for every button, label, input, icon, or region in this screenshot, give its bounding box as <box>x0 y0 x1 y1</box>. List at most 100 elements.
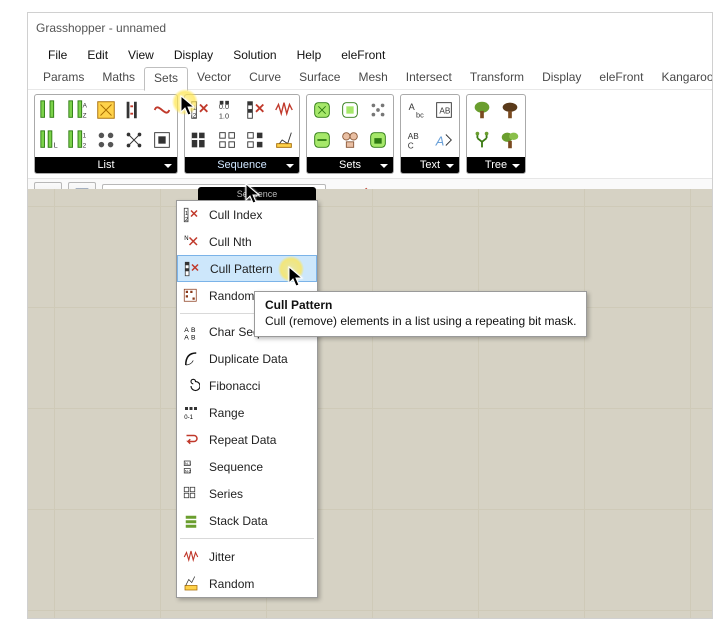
panel-sets: Sets <box>306 94 394 174</box>
menuitem-cull-index[interactable]: 12 Cull Index <box>177 201 317 228</box>
char-sequence-icon[interactable] <box>187 127 213 153</box>
panel-seq-dropdown-icon[interactable] <box>285 160 295 170</box>
panel-sets-dropdown-icon[interactable] <box>379 160 389 170</box>
text-split-icon[interactable]: AB <box>431 97 457 123</box>
menuitem-label: Series <box>209 487 243 501</box>
tab-curve[interactable]: Curve <box>240 67 290 89</box>
panel-list-dropdown-icon[interactable] <box>163 160 173 170</box>
panel-text-dropdown-icon[interactable] <box>445 160 455 170</box>
menuitem-duplicate-data[interactable]: Duplicate Data <box>177 345 317 372</box>
sort-list-icon[interactable]: AZ <box>65 97 91 123</box>
panel-list: N L AZ 12 List <box>34 94 178 174</box>
menu-display[interactable]: Display <box>164 43 223 67</box>
reverse-list-icon[interactable]: 12 <box>65 127 91 153</box>
svg-text:B: B <box>191 327 196 334</box>
tab-display[interactable]: Display <box>533 67 590 89</box>
delete-consecutive-icon[interactable] <box>365 127 391 153</box>
highlight-ring <box>172 89 198 115</box>
menu-file[interactable]: File <box>38 43 77 67</box>
panel-seq-label: Sequence <box>217 159 267 171</box>
merge-tree-icon[interactable] <box>497 127 523 153</box>
flatten-tree-icon[interactable] <box>469 97 495 123</box>
tab-surface[interactable]: Surface <box>290 67 349 89</box>
menuitem-range[interactable]: 0-1 Range <box>177 399 317 426</box>
panel-tree-dropdown-icon[interactable] <box>511 160 521 170</box>
svg-text:AB: AB <box>408 132 420 141</box>
tab-intersect[interactable]: Intersect <box>397 67 461 89</box>
menuitem-series[interactable]: Series <box>177 480 317 507</box>
menuitem-label: Range <box>209 406 244 420</box>
tab-transform[interactable]: Transform <box>461 67 533 89</box>
menuitem-random[interactable]: Random <box>177 570 317 597</box>
menuitem-repeat-data[interactable]: Repeat Data <box>177 426 317 453</box>
range-icon[interactable]: 0.01.0 <box>215 97 241 123</box>
set-union-icon[interactable] <box>309 97 335 123</box>
random-reduce-icon <box>181 286 201 306</box>
explode-tree-icon[interactable] <box>497 97 523 123</box>
shift-list-icon[interactable] <box>93 127 119 153</box>
tab-mesh[interactable]: Mesh <box>349 67 396 89</box>
menu-edit[interactable]: Edit <box>77 43 118 67</box>
popup-header: Sequence <box>198 187 316 201</box>
ribbon-tabs: Params Maths Sets Vector Curve Surface M… <box>28 67 712 90</box>
svg-text:A: A <box>184 327 189 334</box>
panel-tree-label: Tree <box>485 159 507 171</box>
partition-list-icon[interactable] <box>93 97 119 123</box>
list-item-icon[interactable]: N <box>37 97 63 123</box>
svg-text:2: 2 <box>185 217 188 223</box>
canvas[interactable] <box>28 189 712 618</box>
tab-vector[interactable]: Vector <box>188 67 240 89</box>
svg-text:N-2: N-2 <box>185 469 191 473</box>
svg-text:2: 2 <box>193 112 197 119</box>
insert-items-icon[interactable] <box>121 127 147 153</box>
text-join-icon[interactable]: A <box>431 127 457 153</box>
jitter-icon[interactable] <box>271 97 297 123</box>
panel-tree: Tree <box>466 94 526 174</box>
menuitem-label: Cull Nth <box>209 235 252 249</box>
list-length-icon[interactable]: L <box>37 127 63 153</box>
menu-solution[interactable]: Solution <box>223 43 286 67</box>
set-intersection-icon[interactable] <box>337 97 363 123</box>
set-difference-icon[interactable] <box>309 127 335 153</box>
tab-kangaroo2[interactable]: Kangaroo2 <box>652 67 713 89</box>
menu-help[interactable]: Help <box>287 43 332 67</box>
menuitem-sequence[interactable]: N-1N-2 Sequence <box>177 453 317 480</box>
range-icon: 0-1 <box>181 403 201 423</box>
create-set-icon[interactable] <box>365 97 391 123</box>
menu-elefront[interactable]: eleFront <box>331 43 395 67</box>
menuitem-label: Sequence <box>209 460 263 474</box>
tab-elefront[interactable]: eleFront <box>590 67 652 89</box>
member-index-icon[interactable] <box>337 127 363 153</box>
concatenate-icon[interactable]: Abc <box>403 97 429 123</box>
svg-text:AB: AB <box>439 107 451 116</box>
menuitem-cull-nth[interactable]: N Cull Nth <box>177 228 317 255</box>
menu-view[interactable]: View <box>118 43 164 67</box>
menuitem-label: Fibonacci <box>209 379 260 393</box>
tooltip: Cull Pattern Cull (remove) elements in a… <box>254 291 587 337</box>
menuitem-stack-data[interactable]: Stack Data <box>177 507 317 534</box>
menuitem-label: Random <box>209 577 254 591</box>
tab-maths[interactable]: Maths <box>93 67 144 89</box>
cull-nth-icon: N <box>181 232 201 252</box>
tooltip-body: Cull (remove) elements in a list using a… <box>265 314 576 328</box>
random-icon[interactable] <box>271 127 297 153</box>
dispatch-icon[interactable] <box>121 97 147 123</box>
menuitem-fibonacci[interactable]: Fibonacci <box>177 372 317 399</box>
series-icon[interactable] <box>215 127 241 153</box>
cull-pattern-icon[interactable] <box>243 97 269 123</box>
tab-params[interactable]: Params <box>34 67 93 89</box>
tab-sets[interactable]: Sets <box>144 67 188 91</box>
replace-items-icon[interactable] <box>149 127 175 153</box>
menuitem-label: Cull Pattern <box>210 262 273 276</box>
text-case-icon[interactable]: ABC <box>403 127 429 153</box>
menuitem-label: Cull Index <box>209 208 262 222</box>
menu-separator <box>180 538 314 539</box>
svg-text:1: 1 <box>185 211 188 217</box>
svg-text:L: L <box>54 140 58 149</box>
menuitem-jitter[interactable]: Jitter <box>177 543 317 570</box>
random-icon <box>181 574 201 594</box>
panel-sequence: 12 0.01.0 Sequence <box>184 94 300 174</box>
graft-tree-icon[interactable] <box>469 127 495 153</box>
duplicate-data-icon[interactable] <box>243 127 269 153</box>
svg-text:Z: Z <box>83 112 87 119</box>
